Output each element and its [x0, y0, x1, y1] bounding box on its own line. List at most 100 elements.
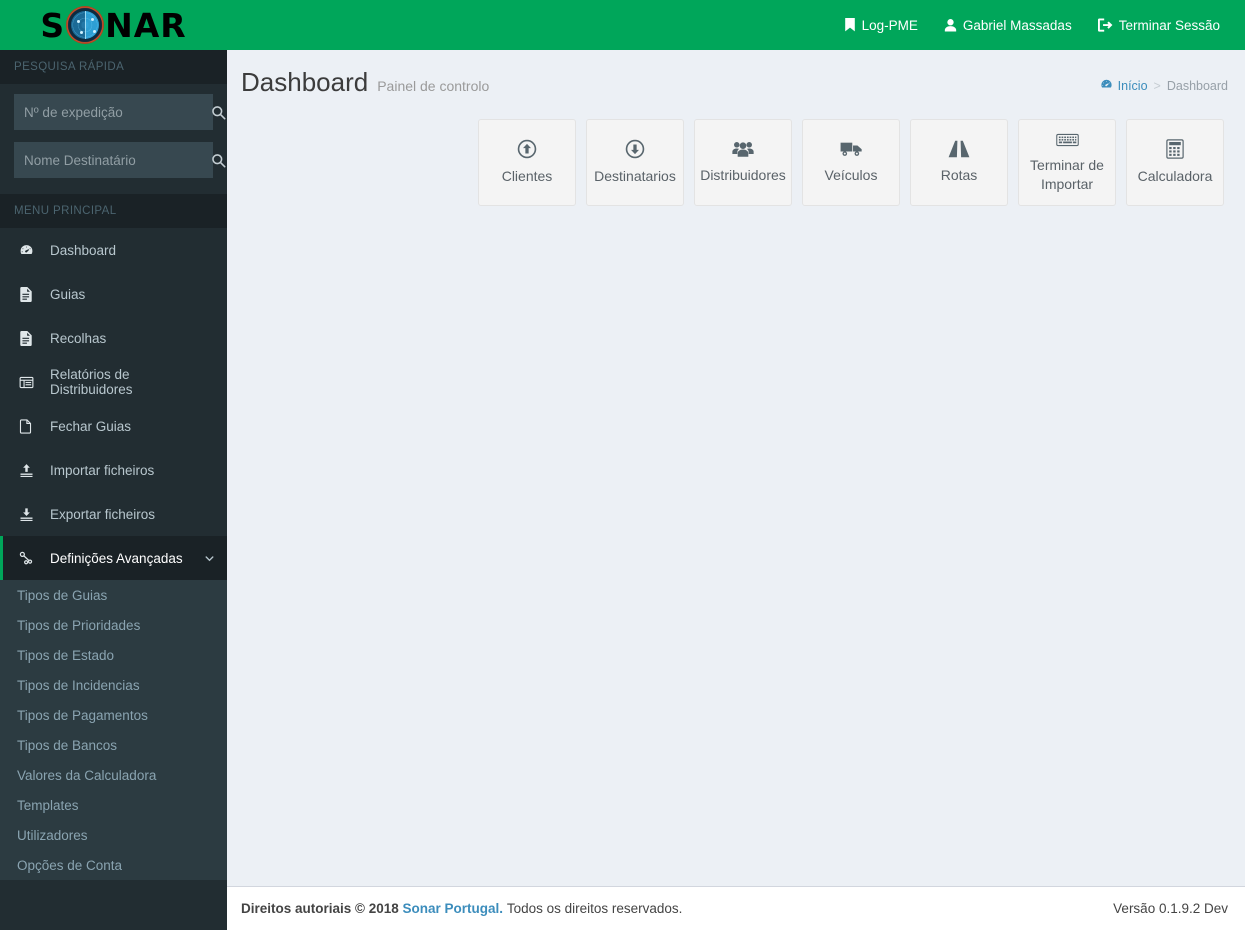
search-icon[interactable]	[211, 142, 226, 178]
topbar-link-logout[interactable]: Terminar Sessão	[1085, 0, 1233, 50]
menu-heading: MENU PRINCIPAL	[0, 194, 227, 228]
sidebar-item-dashboard[interactable]: Dashboard	[0, 228, 227, 272]
table-list-icon	[19, 375, 41, 390]
file-text-icon	[19, 286, 41, 302]
topbar-link-label: Gabriel Massadas	[962, 17, 1072, 33]
submenu-item-tipos-de-incidencias[interactable]: Tipos de Incidencias	[0, 670, 227, 700]
search-icon[interactable]	[211, 94, 226, 130]
topbar: Log-PME Gabriel Massadas Terminar Sessão	[227, 0, 1245, 50]
submenu-item-valores-da-calculadora[interactable]: Valores da Calculadora	[0, 760, 227, 790]
keyboard-icon	[1055, 132, 1079, 148]
file-text-icon	[19, 330, 41, 346]
calculator-icon	[1166, 139, 1184, 159]
logo-text-left: S	[40, 5, 66, 45]
upload-icon	[19, 463, 41, 478]
search-destinatario-input[interactable]	[14, 142, 211, 178]
submenu-item-templates[interactable]: Templates	[0, 790, 227, 820]
submenu-item-tipos-de-bancos[interactable]: Tipos de Bancos	[0, 730, 227, 760]
arrow-down-circle-icon	[625, 139, 645, 159]
quick-search-box	[0, 84, 227, 194]
file-icon	[19, 418, 41, 434]
sidebar-item-recolhas[interactable]: Recolhas	[0, 316, 227, 360]
tile-veiculos[interactable]: Veículos	[802, 119, 900, 206]
submenu-item-opcoes-de-conta[interactable]: Opções de Conta	[0, 850, 227, 880]
sidebar-item-label: Guias	[50, 286, 86, 302]
tile-terminar-de-importar[interactable]: Terminar de Importar	[1018, 119, 1116, 206]
tile-label: Terminar de Importar	[1030, 156, 1104, 192]
quick-search-heading: PESQUISA RÁPIDA	[0, 50, 227, 84]
main-area: Log-PME Gabriel Massadas Terminar Sessão…	[227, 0, 1245, 930]
app-root: S NAR PESQUISA RÁPIDA Nº de expedição No…	[0, 0, 1245, 930]
submenu-item-utilizadores[interactable]: Utilizadores	[0, 820, 227, 850]
user-icon	[944, 18, 957, 32]
page-subtitle: Painel de controlo	[377, 78, 490, 94]
content-area: Dashboard Painel de controlo Início > Da…	[227, 50, 1245, 886]
submenu-item-tipos-de-pagamentos[interactable]: Tipos de Pagamentos	[0, 700, 227, 730]
share-alt-icon	[19, 551, 41, 566]
logo-text-right: NAR	[105, 5, 187, 45]
breadcrumb-current: Dashboard	[1166, 79, 1228, 93]
radar-icon	[66, 6, 105, 44]
search-expedicao-row	[14, 94, 226, 130]
sidebar-item-exportar-ficheiros[interactable]: Exportar ficheiros	[0, 492, 227, 536]
sidebar-item-fechar-guias[interactable]: Fechar Guias	[0, 404, 227, 448]
sidebar-item-relatorios-distribuidores[interactable]: Relatórios de Distribuidores	[0, 360, 227, 404]
topbar-link-label: Terminar Sessão	[1118, 17, 1220, 33]
tile-calculadora[interactable]: Calculadora	[1126, 119, 1224, 206]
tile-clientes[interactable]: Clientes	[478, 119, 576, 206]
topbar-link-log-pme[interactable]: Log-PME	[831, 0, 931, 50]
sidebar-item-label: Importar ficheiros	[50, 462, 155, 478]
advanced-submenu: Tipos de Guias Tipos de Prioridades Tipo…	[0, 580, 227, 880]
dashboard-icon	[19, 243, 41, 258]
submenu-item-tipos-de-prioridades[interactable]: Tipos de Prioridades	[0, 610, 227, 640]
breadcrumb-separator: >	[1153, 79, 1161, 93]
sidebar-item-label: Recolhas	[50, 330, 107, 346]
tile-destinatarios[interactable]: Destinatarios	[586, 119, 684, 206]
tile-label: Destinatarios	[594, 168, 676, 185]
sidebar-item-label: Relatórios de Distribuidores	[50, 367, 133, 397]
page-header: Dashboard Painel de controlo Início > Da…	[227, 50, 1245, 98]
footer-version: Versão 0.1.9.2 Dev	[1113, 901, 1228, 916]
search-expedicao-input[interactable]	[14, 94, 211, 130]
brand-logo[interactable]: S NAR	[40, 2, 186, 48]
tile-label: Clientes	[501, 168, 553, 185]
dashboard-icon	[1100, 78, 1113, 94]
sidebar: S NAR PESQUISA RÁPIDA Nº de expedição No…	[0, 0, 227, 930]
page-title: Dashboard	[241, 67, 369, 97]
footer-copyright: Direitos autoriais © 2018	[241, 901, 399, 916]
download-icon	[19, 507, 41, 522]
tile-rotas[interactable]: Rotas	[910, 119, 1008, 206]
sidebar-item-guias[interactable]: Guias	[0, 272, 227, 316]
sidebar-item-label: Dashboard	[50, 242, 117, 258]
arrow-up-circle-icon	[517, 139, 537, 159]
sidebar-filler	[0, 880, 227, 930]
main-menu: Dashboard Guias Recolhas Relatórios de D…	[0, 228, 227, 580]
sidebar-item-label: Definições Avançadas	[50, 550, 183, 566]
sidebar-item-label: Fechar Guias	[50, 418, 132, 434]
tile-label: Veículos	[824, 167, 878, 184]
sidebar-item-label: Exportar ficheiros	[50, 506, 156, 522]
search-destinatario-row	[14, 142, 226, 178]
chevron-down-icon[interactable]	[204, 553, 215, 564]
sidebar-item-definicoes-avancadas[interactable]: Definições Avançadas	[0, 536, 227, 580]
submenu-item-tipos-de-guias[interactable]: Tipos de Guias	[0, 580, 227, 610]
breadcrumb-home[interactable]: Início	[1100, 78, 1148, 94]
footer: Direitos autoriais © 2018 Sonar Portugal…	[227, 886, 1245, 930]
breadcrumb-home-label: Início	[1117, 79, 1148, 93]
sign-out-icon	[1097, 18, 1113, 32]
truck-icon	[840, 140, 863, 158]
topbar-link-user[interactable]: Gabriel Massadas	[931, 0, 1085, 50]
breadcrumb: Início > Dashboard	[1100, 78, 1228, 94]
submenu-item-tipos-de-estado[interactable]: Tipos de Estado	[0, 640, 227, 670]
tile-label: Rotas	[940, 167, 978, 184]
sidebar-item-importar-ficheiros[interactable]: Importar ficheiros	[0, 448, 227, 492]
road-icon	[948, 140, 970, 158]
logo-bar[interactable]: S NAR	[0, 0, 227, 50]
footer-company-link[interactable]: Sonar Portugal.	[403, 901, 504, 916]
tile-label: Distribuidores	[700, 167, 786, 184]
shortcut-tiles: Clientes Destinatarios Distribuidores Ve…	[227, 98, 1245, 206]
topbar-link-label: Log-PME	[861, 17, 918, 33]
users-icon	[732, 140, 754, 158]
tile-distribuidores[interactable]: Distribuidores	[694, 119, 792, 206]
bookmark-icon	[844, 18, 856, 32]
